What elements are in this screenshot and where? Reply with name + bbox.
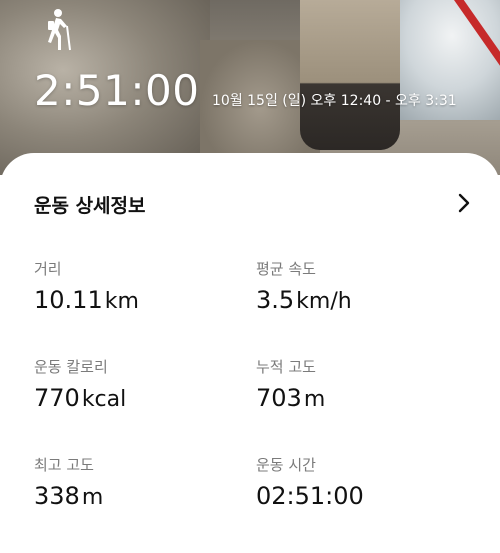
stat-calories: 운동 칼로리 770kcal (34, 356, 126, 412)
stat-value: 703m (256, 384, 326, 412)
stat-value: 770kcal (34, 384, 127, 412)
stat-value: 338m (34, 482, 104, 510)
stat-label: 누적 고도 (256, 358, 316, 376)
hiking-person-icon (48, 9, 71, 51)
stat-value: 3.5km/h (256, 286, 352, 314)
stat-label: 운동 칼로리 (34, 358, 108, 376)
stat-elevation-gain: 누적 고도 703m (256, 356, 325, 412)
stat-distance: 거리 10.11km (34, 258, 139, 314)
background-photo-hiker-leg (300, 0, 400, 150)
stat-label: 최고 고도 (34, 456, 94, 474)
workout-details-title: 운동 상세정보 (34, 195, 146, 217)
stat-label: 거리 (34, 260, 62, 278)
stat-max-elevation: 최고 고도 338m (34, 454, 103, 510)
stat-value: 02:51:00 (256, 482, 364, 510)
stat-value: 10.11km (34, 286, 139, 314)
chevron-right-icon[interactable] (456, 193, 472, 213)
workout-details-card: 운동 상세정보 거리 10.11km 평균 속도 3.5km/h 운동 칼로리 … (0, 153, 500, 553)
stat-label: 운동 시간 (256, 456, 316, 474)
hero-banner: 2:51:00 10월 15일 (일) 오후 12:40 - 오후 3:31 (0, 0, 500, 175)
workout-date-range: 10월 15일 (일) 오후 12:40 - 오후 3:31 (212, 93, 457, 109)
stat-label: 평균 속도 (256, 260, 316, 278)
workout-duration: 2:51:00 (34, 66, 200, 115)
stat-workout-time: 운동 시간 02:51:00 (256, 454, 364, 510)
stat-average-speed: 평균 속도 3.5km/h (256, 258, 352, 314)
